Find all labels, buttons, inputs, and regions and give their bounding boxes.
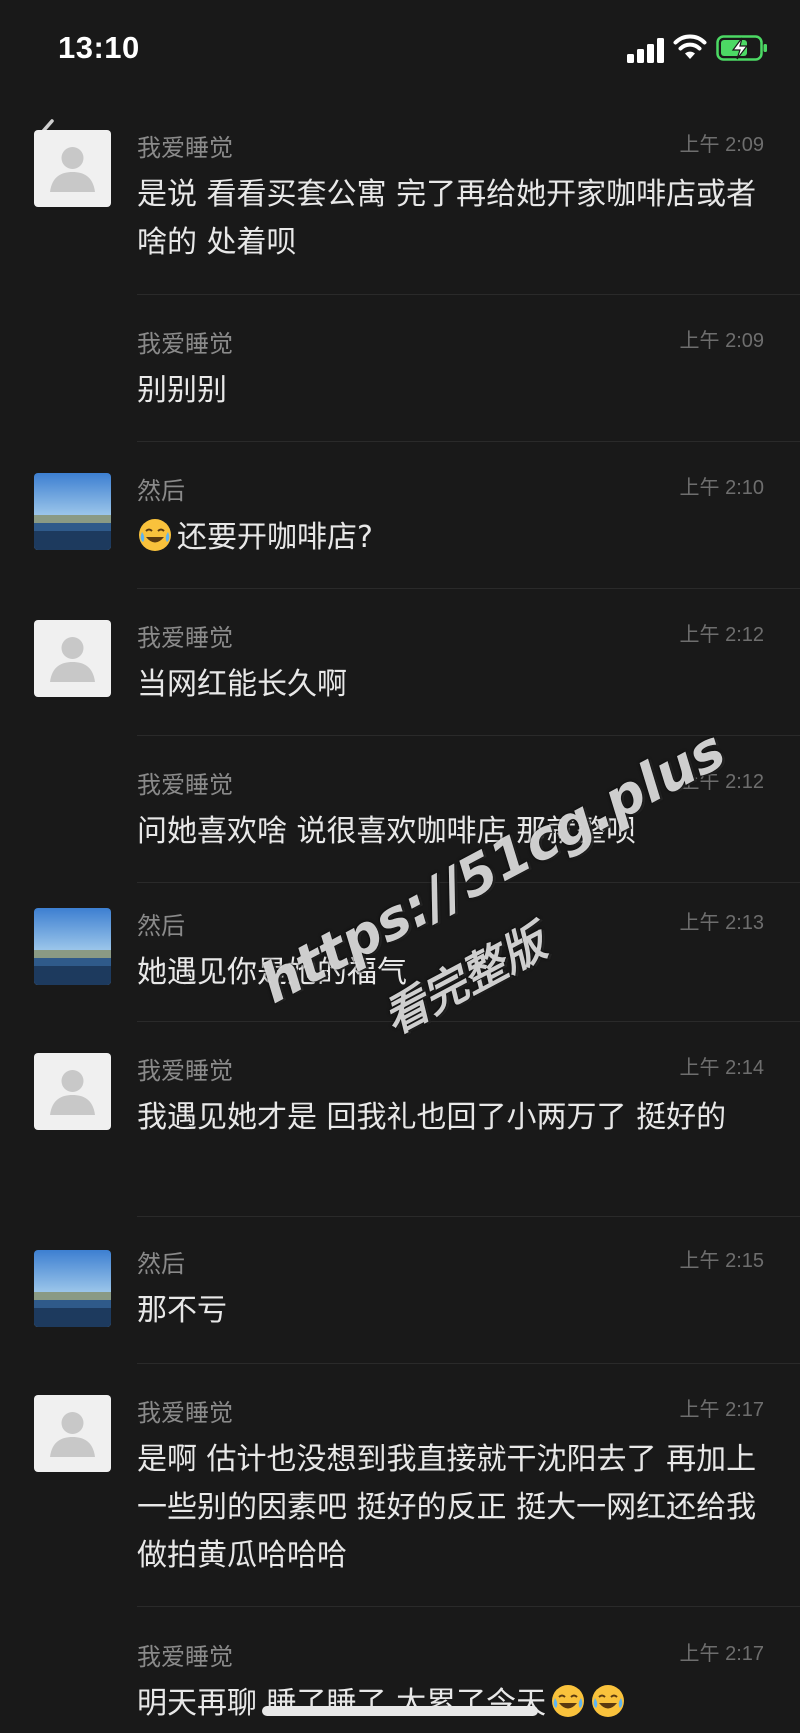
message-divider	[137, 294, 800, 295]
message-text: 明天再聊 睡了睡了 太累了今天	[137, 1680, 757, 1728]
status-time: 13:10	[58, 30, 140, 65]
status-bar: 13:10	[0, 0, 800, 100]
sender-name: 我爱睡觉	[137, 134, 233, 162]
message-time: 上午 2:12	[679, 771, 764, 793]
message-text: 我遇见她才是 回我礼也回了小两万了 挺好的	[137, 1100, 727, 1135]
message-divider	[137, 441, 800, 442]
message-time: 上午 2:09	[679, 134, 764, 156]
message-time: 上午 2:09	[679, 330, 764, 352]
message-time: 上午 2:17	[679, 1643, 764, 1665]
default-avatar[interactable]	[34, 620, 111, 697]
message-time: 上午 2:14	[679, 1057, 764, 1079]
default-avatar[interactable]	[34, 130, 111, 207]
message-text: 她遇见你是她的福气	[137, 955, 407, 990]
message-time: 上午 2:17	[679, 1399, 764, 1421]
message-divider	[137, 1021, 800, 1022]
battery-charging-icon	[716, 35, 767, 61]
default-avatar[interactable]	[34, 1053, 111, 1130]
message-divider	[137, 1363, 800, 1364]
sender-name: 我爱睡觉	[137, 1399, 233, 1427]
landscape-photo-avatar[interactable]	[34, 908, 111, 985]
sender-name: 然后	[137, 477, 185, 505]
sender-name: 我爱睡觉	[137, 1057, 233, 1085]
message-text: 还要开咖啡店?	[137, 514, 757, 562]
message-text: 是啊 估计也没想到我直接就干沈阳去了 再加上一些别的因素吧 挺好的反正 挺大一网…	[137, 1442, 757, 1573]
sender-name: 然后	[137, 1250, 185, 1278]
sender-name: 我爱睡觉	[137, 624, 233, 652]
message-text: 那不亏	[137, 1293, 227, 1328]
message-text-content: 还要开咖啡店?	[177, 520, 373, 555]
message-time: 上午 2:10	[679, 477, 764, 499]
message-divider	[137, 1606, 800, 1607]
message-divider	[137, 735, 800, 736]
home-indicator[interactable]	[262, 1706, 538, 1716]
message-divider	[137, 588, 800, 589]
message-text: 当网红能长久啊	[137, 667, 347, 702]
message-divider	[137, 882, 800, 883]
default-avatar[interactable]	[34, 1395, 111, 1472]
message-time: 上午 2:15	[679, 1250, 764, 1272]
landscape-photo-avatar[interactable]	[34, 473, 111, 550]
laughing-crying-emoji	[139, 519, 171, 551]
message-text: 别别别	[137, 373, 227, 408]
message-text: 问她喜欢啥 说很喜欢咖啡店 那就整呗	[137, 814, 637, 849]
message-time: 上午 2:13	[679, 912, 764, 934]
wifi-icon	[673, 34, 707, 59]
sender-name: 我爱睡觉	[137, 1643, 233, 1671]
message-text: 是说 看看买套公寓 完了再给她开家咖啡店或者啥的 处着呗	[137, 177, 757, 260]
laughing-crying-emoji	[552, 1685, 585, 1717]
cellular-signal-icon	[627, 37, 665, 63]
laughing-crying-emoji	[592, 1685, 625, 1717]
landscape-photo-avatar[interactable]	[34, 1250, 111, 1327]
message-divider	[137, 1216, 800, 1217]
message-time: 上午 2:12	[679, 624, 764, 646]
sender-name: 然后	[137, 912, 185, 940]
sender-name: 我爱睡觉	[137, 330, 233, 358]
sender-name: 我爱睡觉	[137, 771, 233, 799]
